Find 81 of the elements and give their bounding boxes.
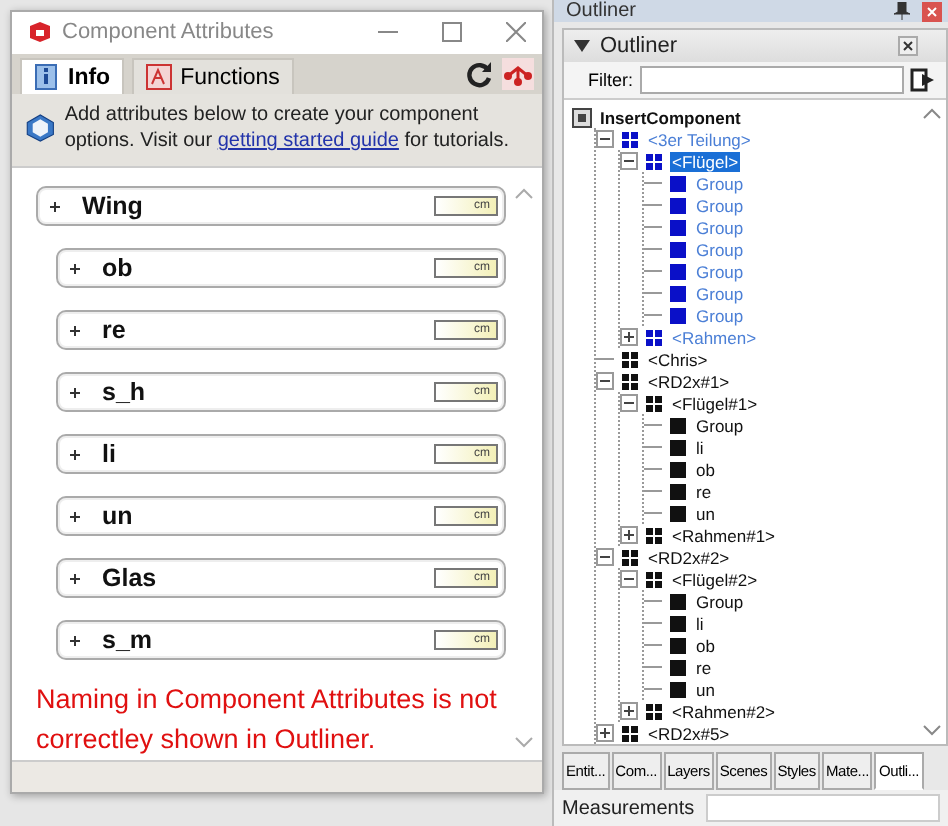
attribute-name: un [102, 502, 135, 531]
tab[interactable]: Info [20, 58, 125, 95]
tree-item[interactable]: <Rahmen> [670, 327, 759, 347]
tree-item[interactable]: re [694, 481, 714, 501]
guide-link[interactable]: getting started guide [217, 130, 399, 153]
tree-item[interactable]: li [694, 437, 706, 457]
pin-icon[interactable] [894, 2, 910, 20]
network-icon[interactable] [502, 57, 534, 90]
scroll-down-icon[interactable] [922, 724, 942, 736]
tree-item[interactable]: <Flügel#1> [670, 393, 760, 413]
expand-toggle-icon[interactable] [68, 571, 82, 586]
attribute-name: li [102, 440, 118, 469]
filter-label: Filter: [588, 70, 633, 90]
expand-toggle-icon[interactable] [68, 261, 82, 276]
export-icon[interactable] [910, 68, 934, 92]
model-icon [572, 107, 592, 127]
attribute-name: Glas [102, 564, 159, 593]
tree-item[interactable]: un [694, 679, 717, 699]
expand-toggle-icon[interactable] [596, 724, 614, 742]
panel-header[interactable]: Outliner [564, 30, 946, 62]
filter-field[interactable] [639, 66, 904, 94]
tree-item[interactable]: li [694, 613, 706, 633]
expand-toggle-icon[interactable] [68, 323, 82, 338]
tree-item[interactable]: Group [694, 173, 746, 193]
collapse-triangle-icon[interactable] [574, 40, 590, 52]
window-title: Component Attributes [62, 20, 276, 45]
annotation-text: Naming in Component Attributes is not correctley shown in Outliner. [36, 682, 499, 759]
tray-title: Outliner [566, 0, 639, 22]
app-logo-icon [28, 20, 52, 45]
expand-toggle-icon[interactable] [620, 328, 638, 346]
measurements-field[interactable] [706, 794, 940, 822]
expand-toggle-icon[interactable] [620, 526, 638, 544]
tree-item[interactable]: <RD2x#2> [646, 547, 732, 567]
refresh-icon[interactable] [466, 59, 494, 88]
tree-item[interactable]: <Flügel> [670, 151, 741, 171]
expand-toggle-icon[interactable] [596, 130, 614, 148]
maximize-icon[interactable] [442, 22, 462, 43]
scroll-up-icon[interactable] [922, 108, 942, 120]
tree-item[interactable]: <Chris> [646, 349, 710, 369]
tree-item[interactable]: Group [694, 591, 746, 611]
tree-item[interactable]: Group [694, 261, 746, 281]
functions-icon [146, 64, 173, 91]
info-icon [34, 64, 60, 91]
tree-item[interactable]: Group [694, 239, 746, 259]
attribute-name: s_h [102, 378, 148, 407]
close-icon[interactable] [898, 36, 918, 56]
expand-toggle-icon[interactable] [596, 548, 614, 566]
attribute-name: re [102, 316, 128, 345]
expand-toggle-icon[interactable] [68, 509, 82, 524]
expand-toggle-icon[interactable] [620, 702, 638, 720]
tree-item[interactable]: InsertComponent [598, 107, 743, 127]
tree-item[interactable]: <RD2x#1> [646, 371, 732, 391]
expand-toggle-icon[interactable] [48, 199, 62, 214]
tree-item[interactable]: <3er Teilung> [646, 129, 753, 149]
tree-item[interactable]: <Rahmen#1> [670, 525, 778, 545]
tree-item[interactable]: <RD2x#5> [646, 723, 732, 743]
expand-toggle-icon[interactable] [68, 633, 82, 648]
attribute-name: Wing [82, 192, 145, 221]
expand-toggle-icon[interactable] [68, 447, 82, 462]
tree-item[interactable]: Group [694, 305, 746, 325]
attribute-name: s_m [102, 626, 155, 655]
tree-item[interactable]: Group [694, 217, 746, 237]
tree-item[interactable]: <Rahmen#2> [670, 701, 778, 721]
attribute-name: ob [102, 254, 135, 283]
tree-item[interactable]: ob [694, 459, 717, 479]
info-text: Add attributes below to create your component options. Visit our getting started guide for tutorials. [64, 102, 511, 155]
expand-toggle-icon[interactable] [620, 152, 638, 170]
expand-toggle-icon[interactable] [620, 394, 638, 412]
expand-toggle-icon[interactable] [596, 372, 614, 390]
tree-item[interactable]: ob [694, 635, 717, 655]
measurements-label: Measurements [562, 797, 695, 819]
panel-title: Outliner [600, 34, 680, 58]
tree-item[interactable]: Group [694, 415, 746, 435]
tree-item[interactable]: Group [694, 195, 746, 215]
tree-item[interactable]: re [694, 657, 714, 677]
tree-item[interactable]: un [694, 503, 717, 523]
tab[interactable]: Functions [132, 58, 294, 95]
expand-toggle-icon[interactable] [68, 385, 82, 400]
tree-item[interactable]: Group [694, 283, 746, 303]
expand-toggle-icon[interactable] [620, 570, 638, 588]
tree-item[interactable]: <Flügel#2> [670, 569, 760, 589]
